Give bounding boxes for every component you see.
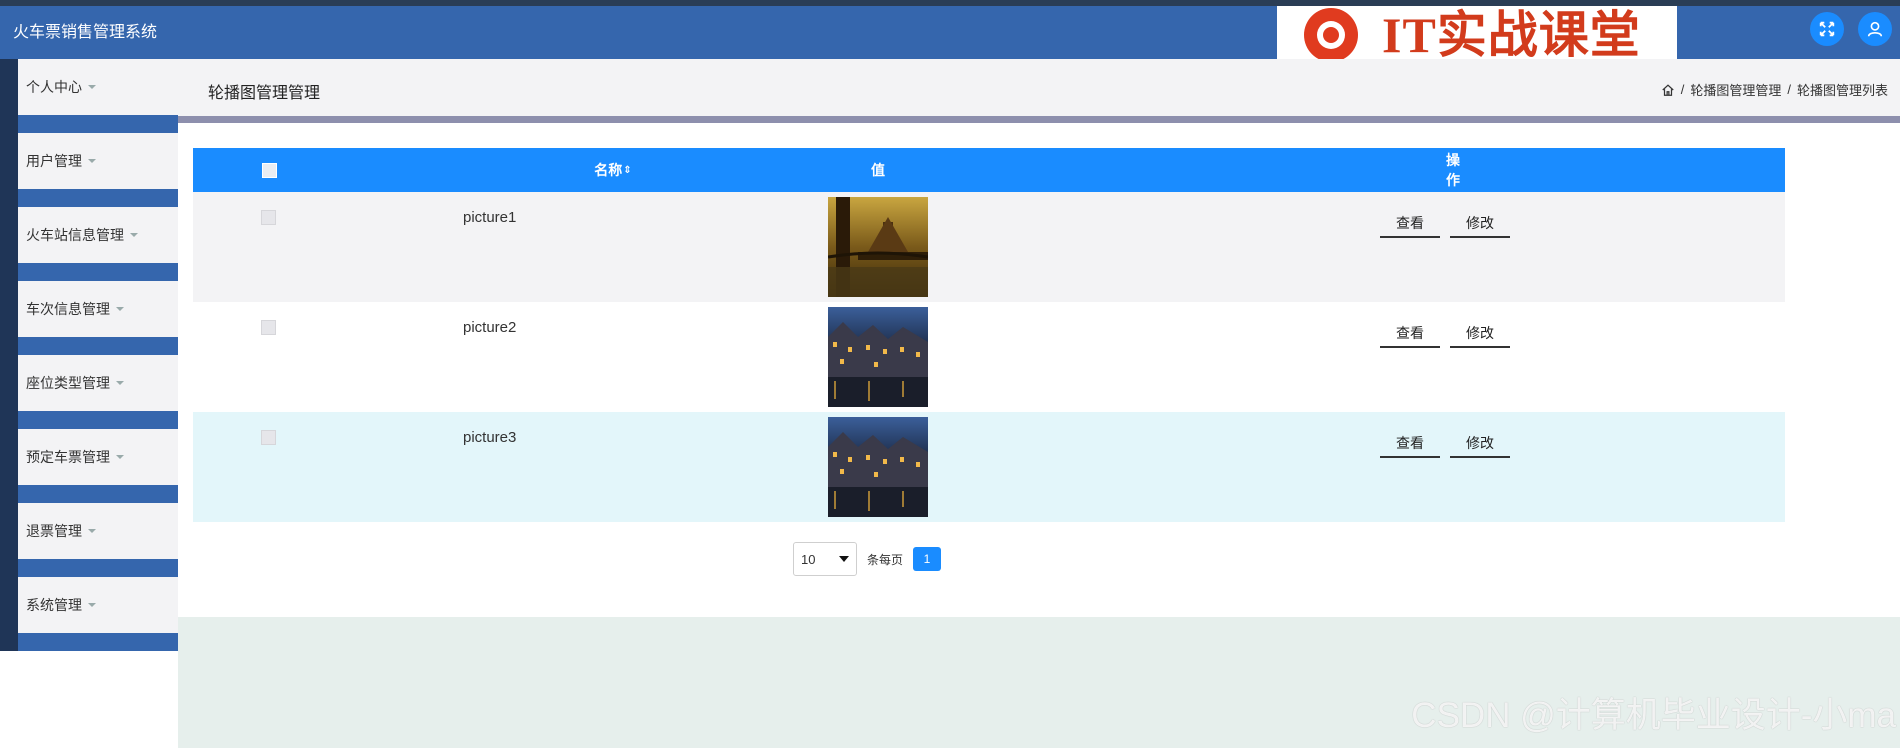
- logo-banner: IT实战课堂: [1277, 6, 1677, 64]
- row-checkbox[interactable]: [261, 320, 276, 335]
- breadcrumb-separator: /: [1680, 82, 1685, 97]
- edit-button[interactable]: 修改: [1450, 320, 1510, 348]
- logo-icon: [1304, 8, 1358, 62]
- chevron-down-icon: [88, 603, 96, 607]
- sidebar-item-label: 系统管理: [26, 597, 82, 613]
- sidebar-item-label: 退票管理: [26, 523, 82, 539]
- view-button[interactable]: 查看: [1380, 320, 1440, 348]
- watermark: CSDN @计算机毕业设计-小ma: [1411, 696, 1896, 735]
- sidebar-item-personal-center[interactable]: 个人中心: [18, 59, 178, 115]
- row-image: [828, 417, 928, 517]
- sidebar-item-user-management[interactable]: 用户管理: [18, 133, 178, 189]
- sidebar-divider: [18, 115, 178, 133]
- user-icon: [1867, 21, 1883, 37]
- carousel-table: 名称 ⇕ 值 操作 picture1 查看 修改 picture2 查看 修改 …: [193, 148, 1785, 522]
- row-name: picture3: [463, 429, 517, 446]
- column-header-label: 操作: [1446, 152, 1460, 188]
- row-name: picture2: [463, 319, 517, 336]
- content-header: 轮播图管理管理 / 轮播图管理管理 / 轮播图管理列表: [178, 59, 1900, 116]
- select-all-cell: [261, 148, 277, 192]
- content-footer-area: CSDN @计算机毕业设计-小ma: [178, 617, 1900, 748]
- fullscreen-button[interactable]: [1810, 12, 1844, 46]
- column-header-label: 值: [871, 162, 885, 178]
- view-button[interactable]: 查看: [1380, 210, 1440, 238]
- sidebar-item-seat-type-management[interactable]: 座位类型管理: [18, 355, 178, 411]
- breadcrumb-item[interactable]: 轮播图管理管理: [1690, 80, 1781, 99]
- fullscreen-icon: [1819, 21, 1835, 37]
- edit-button[interactable]: 修改: [1450, 430, 1510, 458]
- breadcrumb-item: 轮播图管理列表: [1796, 83, 1888, 98]
- home-icon[interactable]: [1661, 83, 1675, 97]
- sidebar-item-system-management[interactable]: 系统管理: [18, 577, 178, 633]
- sidebar-divider: [18, 337, 178, 355]
- chevron-down-icon: [116, 381, 124, 385]
- row-image: [828, 307, 928, 407]
- sidebar-divider: [18, 411, 178, 429]
- chevron-down-icon: [116, 455, 124, 459]
- sidebar-divider: [18, 263, 178, 281]
- sidebar-item-label: 座位类型管理: [26, 375, 110, 391]
- page-number-button[interactable]: 1: [913, 547, 942, 571]
- user-button[interactable]: [1858, 12, 1892, 46]
- sidebar-item-train-management[interactable]: 车次信息管理: [18, 281, 178, 337]
- table-header: 名称 ⇕ 值 操作: [193, 148, 1785, 192]
- sidebar: 个人中心 用户管理 火车站信息管理 车次信息管理 座位类型管理 预定车票管理 退…: [0, 59, 178, 651]
- page-title: 轮播图管理管理: [208, 85, 321, 102]
- sidebar-item-booking-management[interactable]: 预定车票管理: [18, 429, 178, 485]
- per-page-label: 条每页: [867, 552, 904, 567]
- chevron-down-icon: [88, 529, 96, 533]
- row-name: picture1: [463, 209, 517, 226]
- page-size-select[interactable]: 10: [793, 542, 857, 576]
- logo-text: IT实战课堂: [1382, 7, 1641, 63]
- chevron-down-icon: [116, 307, 124, 311]
- row-checkbox[interactable]: [261, 430, 276, 445]
- table-row: picture2 查看 修改: [193, 302, 1785, 412]
- sidebar-item-label: 车次信息管理: [26, 301, 110, 317]
- app-title: 火车票销售管理系统: [13, 24, 158, 41]
- column-header-name[interactable]: 名称 ⇕: [553, 148, 673, 192]
- sort-icon[interactable]: ⇕: [623, 165, 631, 176]
- sidebar-item-refund-management[interactable]: 退票管理: [18, 503, 178, 559]
- view-button[interactable]: 查看: [1380, 430, 1440, 458]
- table-row: picture1 查看 修改: [193, 192, 1785, 302]
- chevron-down-icon: [88, 85, 96, 89]
- sidebar-item-label: 个人中心: [26, 79, 82, 95]
- edit-button[interactable]: 修改: [1450, 210, 1510, 238]
- sidebar-item-station-management[interactable]: 火车站信息管理: [18, 207, 178, 263]
- sidebar-item-label: 火车站信息管理: [26, 227, 124, 243]
- sidebar-divider: [18, 633, 178, 651]
- chevron-down-icon: [839, 556, 849, 562]
- breadcrumb-separator: /: [1787, 82, 1791, 97]
- page-size-value: 10: [801, 551, 816, 567]
- select-all-checkbox[interactable]: [261, 162, 277, 178]
- sidebar-item-label: 预定车票管理: [26, 449, 110, 465]
- sidebar-divider: [18, 485, 178, 503]
- content-divider: [178, 116, 1900, 123]
- chevron-down-icon: [88, 159, 96, 163]
- breadcrumb: / 轮播图管理管理 / 轮播图管理列表: [1661, 80, 1888, 99]
- row-checkbox[interactable]: [261, 210, 276, 225]
- pagination: 10 条每页 1: [793, 542, 942, 576]
- sidebar-divider: [18, 189, 178, 207]
- sidebar-footer-space: [0, 651, 178, 748]
- column-header-label: 名称: [594, 162, 623, 178]
- sidebar-divider: [18, 559, 178, 577]
- chevron-down-icon: [130, 233, 138, 237]
- row-image: [828, 197, 928, 297]
- sidebar-item-label: 用户管理: [26, 153, 82, 169]
- table-row: picture3 查看 修改: [193, 412, 1785, 522]
